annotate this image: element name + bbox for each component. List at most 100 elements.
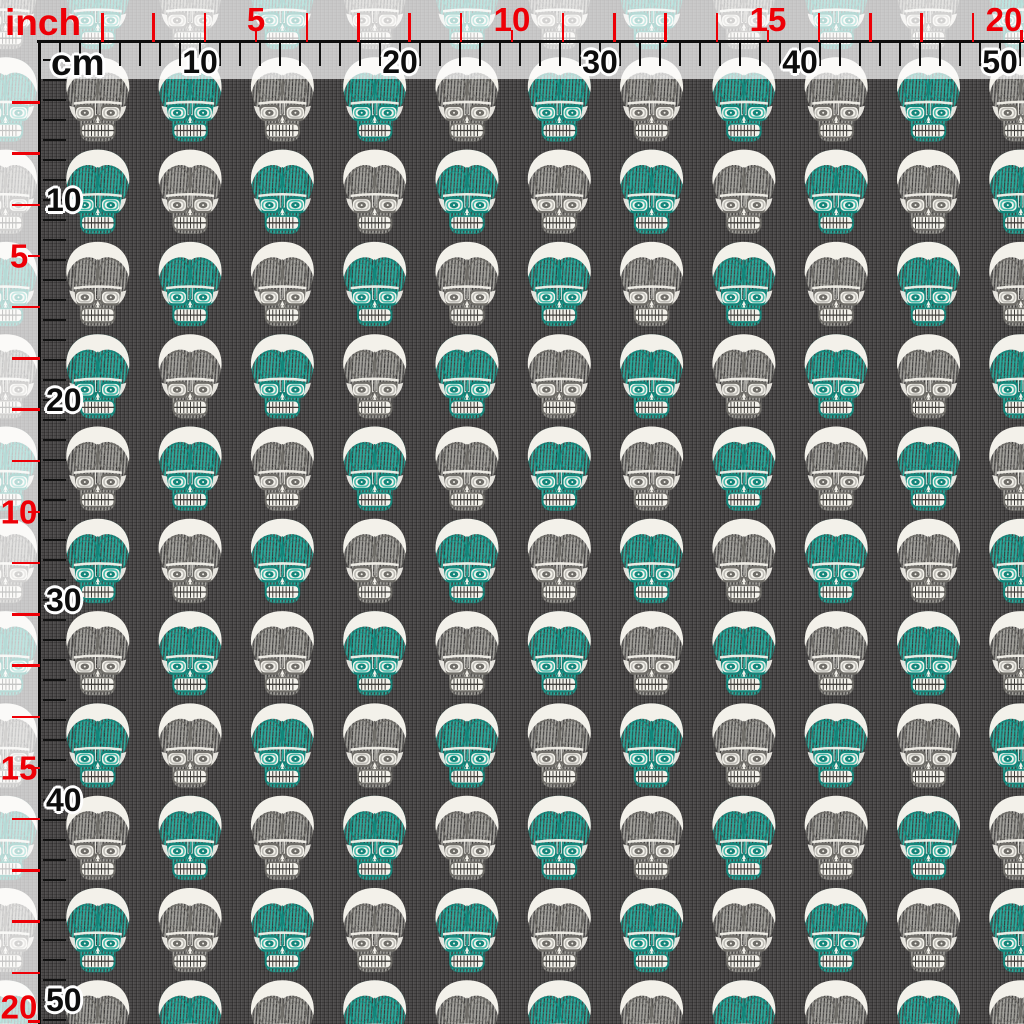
- cm-tick: [43, 299, 66, 301]
- skull: [527, 241, 591, 327]
- skull: [712, 611, 776, 696]
- cm-tick: [43, 919, 66, 921]
- skull: [343, 611, 407, 696]
- cm-tick: [43, 839, 66, 841]
- skull: [66, 426, 130, 511]
- skull: [435, 888, 499, 973]
- skull: [989, 980, 1024, 1024]
- cm-number: 40: [46, 782, 82, 818]
- skull: [897, 703, 960, 788]
- cm-tick: [43, 759, 66, 761]
- cm-number: 10: [182, 44, 218, 80]
- cm-tick: [759, 43, 761, 66]
- cm-tick: [43, 979, 66, 981]
- skull: [158, 703, 222, 788]
- left-ruler-baseline: [38, 40, 41, 1024]
- cm-tick: [179, 43, 181, 66]
- skull-pattern: [0, 0, 1024, 1024]
- cm-tick: [519, 43, 521, 66]
- skull: [527, 149, 591, 235]
- skull: [527, 703, 591, 788]
- skull: [527, 426, 591, 511]
- skull: [158, 611, 222, 696]
- skull: [250, 426, 314, 511]
- inch-tick: [12, 101, 40, 104]
- skull: [804, 611, 868, 696]
- skull: [804, 980, 868, 1024]
- inch-tick: [12, 357, 40, 360]
- cm-tick: [43, 739, 66, 741]
- skull: [435, 703, 499, 788]
- cm-tick: [43, 99, 66, 101]
- skull: [620, 980, 684, 1024]
- skull: [250, 241, 314, 327]
- cm-tick: [43, 679, 66, 681]
- inch-tick: [12, 664, 40, 667]
- inch-tick: [12, 869, 40, 872]
- cm-tick: [43, 939, 66, 941]
- skull: [804, 334, 868, 419]
- cm-tick: [359, 43, 361, 66]
- top-ruler-baseline: [37, 40, 1024, 43]
- skull: [897, 518, 960, 604]
- cm-number: 50: [46, 982, 82, 1018]
- cm-number: 40: [782, 44, 818, 80]
- skull: [897, 334, 960, 419]
- inch-tick: [12, 561, 40, 565]
- skull: [435, 611, 499, 696]
- inch-tick: [357, 13, 360, 42]
- skull: [158, 795, 222, 881]
- inch-number: 5: [9, 237, 29, 275]
- cm-tick: [43, 899, 66, 901]
- skull: [66, 888, 130, 973]
- cm-tick: [43, 259, 66, 261]
- skull: [250, 980, 314, 1024]
- skull: [343, 426, 407, 511]
- inch-tick: [561, 13, 565, 42]
- inch-tick: [459, 13, 463, 42]
- cm-tick: [43, 959, 66, 961]
- skull: [620, 241, 684, 327]
- skull: [897, 426, 960, 511]
- skull: [66, 611, 130, 696]
- cm-tick: [879, 43, 881, 66]
- skull: [435, 149, 499, 235]
- skull: [250, 795, 314, 881]
- cm-tick: [679, 43, 681, 66]
- skull: [343, 334, 407, 419]
- skull: [620, 888, 684, 973]
- inch-tick: [920, 13, 923, 42]
- skull: [158, 334, 222, 419]
- skull: [250, 334, 314, 419]
- cm-tick: [539, 43, 541, 66]
- cm-tick: [499, 43, 501, 66]
- skull: [897, 795, 960, 881]
- cm-tick: [43, 719, 66, 721]
- skull: [712, 426, 776, 511]
- skull: [712, 241, 776, 327]
- cm-number: 10: [46, 182, 82, 218]
- skull: [66, 703, 130, 788]
- skull: [989, 518, 1024, 604]
- cm-tick: [43, 139, 66, 141]
- cm-tick: [139, 43, 141, 66]
- cm-tick: [43, 539, 66, 541]
- cm-tick: [43, 639, 66, 641]
- cm-tick: [579, 43, 581, 66]
- skull: [343, 703, 407, 788]
- inch-tick: [664, 13, 667, 42]
- skull: [804, 888, 868, 973]
- cm-tick: [279, 43, 281, 66]
- cm-tick: [43, 279, 66, 281]
- inch-tick: [12, 459, 40, 463]
- cm-tick: [43, 699, 66, 701]
- cm-tick: [43, 359, 66, 361]
- skull: [989, 795, 1024, 881]
- cm-tick: [959, 43, 961, 66]
- skull: [250, 149, 314, 235]
- skull: [804, 703, 868, 788]
- skull: [435, 334, 499, 419]
- skull: [712, 703, 776, 788]
- inch-tick: [12, 305, 40, 309]
- cm-tick: [859, 43, 861, 66]
